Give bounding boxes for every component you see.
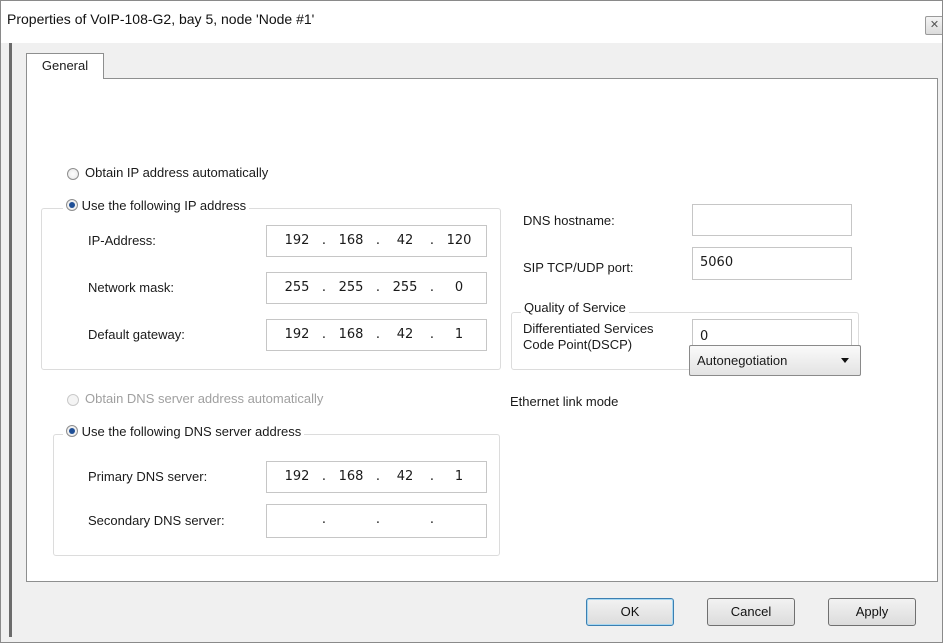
use-following-ip-radio[interactable] <box>66 199 78 211</box>
ip-group-header: Use the following IP address <box>63 198 250 213</box>
dns-hostname-label: DNS hostname: <box>523 213 615 228</box>
ip-octet-1: 192 <box>284 233 310 248</box>
obtain-dns-auto-label: Obtain DNS server address automatically <box>85 391 324 406</box>
dialog-client-area: General Obtain IP address automatically … <box>12 43 942 642</box>
ok-button[interactable]: OK <box>586 598 674 626</box>
gateway-octet-3: 42 <box>396 327 414 342</box>
octet-separator: . <box>375 469 381 484</box>
use-following-dns-label: Use the following DNS server address <box>81 424 302 439</box>
octet-separator: . <box>321 233 327 248</box>
properties-dialog: Properties of VoIP-108-G2, bay 5, node '… <box>0 0 943 643</box>
obtain-dns-auto-radio[interactable] <box>67 394 79 406</box>
ethernet-link-mode-label: Ethernet link mode <box>510 394 619 409</box>
octet-separator: . <box>429 469 435 484</box>
ip-octet-3: 42 <box>396 233 414 248</box>
primary-dns-octet-4: 1 <box>454 469 464 484</box>
window-title: Properties of VoIP-108-G2, bay 5, node '… <box>7 11 315 27</box>
mask-octet-3: 255 <box>392 280 418 295</box>
octet-separator: . <box>375 512 381 527</box>
ip-address-label: IP-Address: <box>88 233 156 248</box>
secondary-dns-field[interactable]: . . . <box>266 504 487 538</box>
ip-address-field[interactable]: 192 . 168 . 42 . 120 <box>266 225 487 257</box>
chevron-down-icon <box>841 358 849 363</box>
octet-separator: . <box>429 233 435 248</box>
octet-separator: . <box>375 233 381 248</box>
octet-separator: . <box>429 280 435 295</box>
secondary-dns-label: Secondary DNS server: <box>88 513 225 528</box>
octet-separator: . <box>321 469 327 484</box>
apply-button[interactable]: Apply <box>828 598 916 626</box>
obtain-ip-auto-label: Obtain IP address automatically <box>85 165 269 180</box>
octet-separator: . <box>429 327 435 342</box>
ethernet-link-mode-select[interactable]: Autonegotiation <box>689 345 861 376</box>
use-following-ip-label: Use the following IP address <box>81 198 247 213</box>
mask-octet-2: 255 <box>338 280 364 295</box>
octet-separator: . <box>375 327 381 342</box>
octet-separator: . <box>429 512 435 527</box>
octet-separator: . <box>321 512 327 527</box>
octet-separator: . <box>321 327 327 342</box>
octet-separator: . <box>375 280 381 295</box>
dns-hostname-input[interactable] <box>692 204 852 236</box>
title-bar: Properties of VoIP-108-G2, bay 5, node '… <box>1 1 942 43</box>
cancel-button[interactable]: Cancel <box>707 598 795 626</box>
ip-octet-4: 120 <box>446 233 472 248</box>
network-mask-field[interactable]: 255 . 255 . 255 . 0 <box>266 272 487 304</box>
general-tab-panel: Obtain IP address automatically Use the … <box>26 78 938 582</box>
tab-general[interactable]: General <box>26 53 104 79</box>
default-gateway-label: Default gateway: <box>88 327 185 342</box>
obtain-ip-auto-radio[interactable] <box>67 168 79 180</box>
sip-port-input[interactable]: 5060 <box>692 247 852 280</box>
octet-separator: . <box>321 280 327 295</box>
ip-octet-2: 168 <box>338 233 364 248</box>
primary-dns-octet-1: 192 <box>284 469 310 484</box>
gateway-octet-4: 1 <box>454 327 464 342</box>
close-button[interactable]: ✕ <box>925 16 942 35</box>
use-following-dns-radio[interactable] <box>66 425 78 437</box>
close-icon: ✕ <box>929 19 940 31</box>
dscp-label-line1: Differentiated Services <box>523 321 654 336</box>
default-gateway-field[interactable]: 192 . 168 . 42 . 1 <box>266 319 487 351</box>
dns-group-header: Use the following DNS server address <box>63 424 305 439</box>
primary-dns-field[interactable]: 192 . 168 . 42 . 1 <box>266 461 487 493</box>
ethernet-link-mode-value: Autonegotiation <box>697 353 788 368</box>
primary-dns-label: Primary DNS server: <box>88 469 208 484</box>
mask-octet-1: 255 <box>284 280 310 295</box>
gateway-octet-1: 192 <box>284 327 310 342</box>
mask-octet-4: 0 <box>454 280 464 295</box>
network-mask-label: Network mask: <box>88 280 174 295</box>
dscp-label-line2: Code Point(DSCP) <box>523 337 633 352</box>
primary-dns-octet-2: 168 <box>338 469 364 484</box>
qos-title: Quality of Service <box>521 300 629 315</box>
primary-dns-octet-3: 42 <box>396 469 414 484</box>
gateway-octet-2: 168 <box>338 327 364 342</box>
sip-port-label: SIP TCP/UDP port: <box>523 260 634 275</box>
